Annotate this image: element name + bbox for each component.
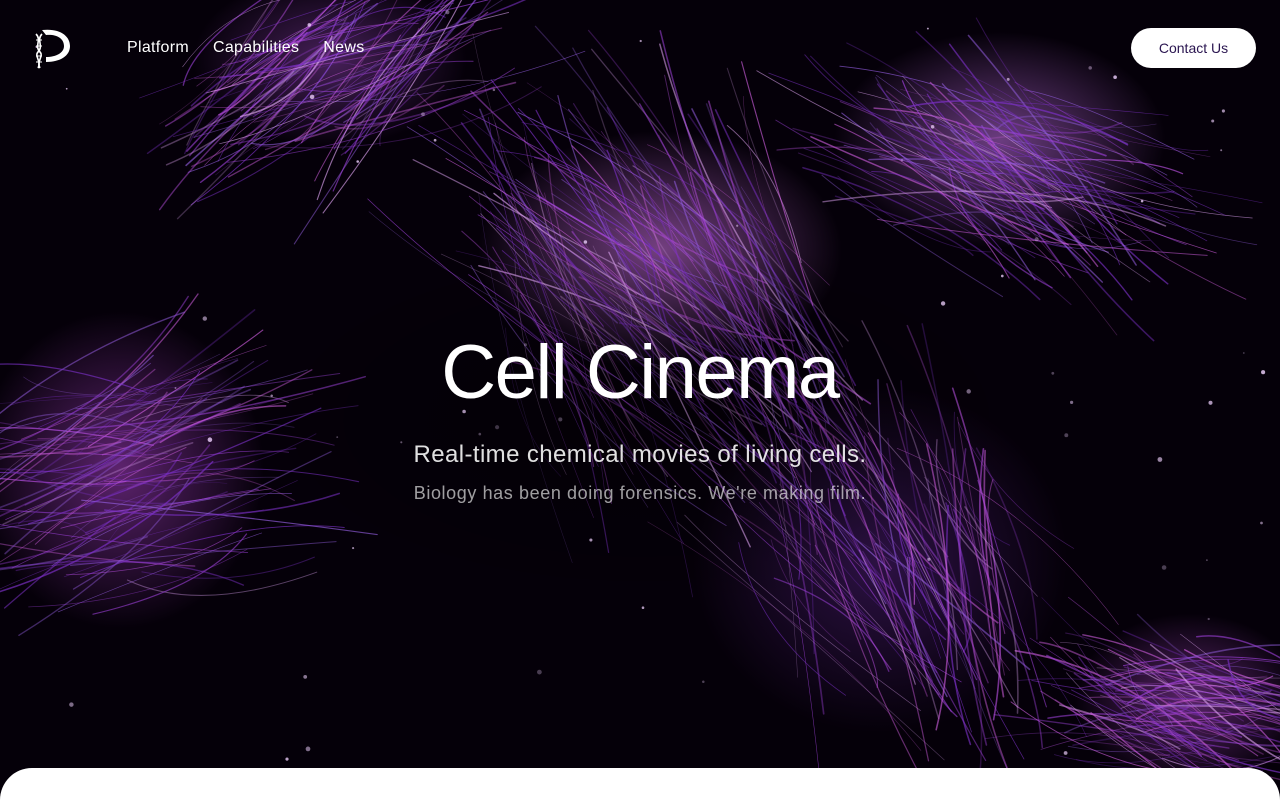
hero-subtitle: Real-time chemical movies of living cell… — [413, 441, 867, 468]
nav-link-news[interactable]: News — [323, 38, 364, 58]
hero-tagline: Biology has been doing forensics. We're … — [413, 483, 867, 503]
content-panel-top — [0, 768, 1280, 800]
dna-d-logo-icon[interactable] — [32, 26, 72, 70]
contact-us-button[interactable]: Contact Us — [1131, 28, 1256, 68]
top-navigation: Platform Capabilities News Contact Us — [0, 0, 1280, 96]
nav-link-platform[interactable]: Platform — [127, 38, 189, 58]
hero-title: Cell Cinema — [441, 330, 840, 415]
nav-link-capabilities[interactable]: Capabilities — [213, 38, 299, 58]
nav-links: Platform Capabilities News — [127, 38, 365, 58]
logo-icon — [35, 29, 70, 69]
